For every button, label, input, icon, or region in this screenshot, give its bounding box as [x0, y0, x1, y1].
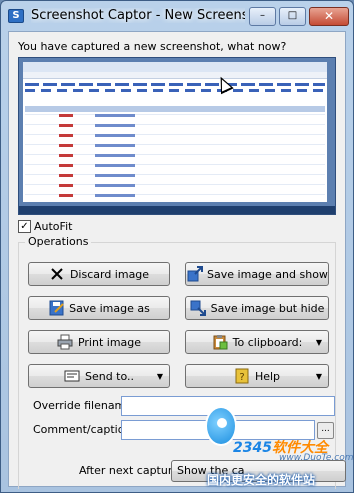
to-clipboard-label: To clipboard: — [232, 335, 303, 349]
chevron-down-icon: ▼ — [315, 371, 322, 381]
save-hide-icon — [190, 300, 207, 317]
autofit-option[interactable]: ✓ AutoFit — [18, 219, 72, 233]
save-image-as-label: Save image as — [69, 301, 150, 315]
after-next-capture-label: After next capture: — [79, 464, 183, 477]
save-image-but-hide-label: Save image but hide — [210, 301, 325, 315]
print-image-button[interactable]: Print image — [28, 330, 170, 354]
preview-link-row-2 — [25, 89, 325, 92]
dialog-body: You have captured a new screenshot, what… — [8, 31, 346, 489]
save-image-but-hide-button[interactable]: Save image but hide — [185, 296, 329, 320]
print-image-label: Print image — [77, 335, 142, 349]
comment-caption-label: Comment/caption: — [33, 423, 136, 436]
screenshot-preview[interactable] — [18, 57, 336, 215]
minimize-button[interactable]: – — [249, 7, 276, 26]
capture-prompt: You have captured a new screenshot, what… — [18, 40, 287, 53]
help-label: Help — [254, 369, 281, 383]
chevron-down-icon: ▼ — [315, 337, 322, 347]
preview-table-header — [25, 106, 325, 112]
window-title: Screenshot Captor - New Screensh — [31, 8, 245, 23]
send-icon — [64, 368, 81, 385]
preview-link-row — [25, 83, 325, 86]
save-as-icon — [48, 300, 65, 317]
autofit-checkbox[interactable]: ✓ — [18, 219, 31, 233]
discard-image-button[interactable]: Discard image — [28, 262, 170, 286]
title-bar[interactable]: S Screenshot Captor - New Screensh – □ ✕ — [1, 1, 353, 31]
help-book-icon: ? — [234, 368, 251, 385]
operations-group-label: Operations — [25, 235, 92, 248]
watermark-brand-prefix: 2345 — [233, 440, 272, 456]
to-clipboard-button[interactable]: To clipboard: ▼ — [185, 330, 329, 354]
clipboard-icon — [212, 334, 229, 351]
help-button[interactable]: ? Help ▼ — [185, 364, 329, 388]
preview-address-bar — [23, 72, 327, 79]
send-to-label: Send to.. — [84, 369, 135, 383]
save-image-as-button[interactable]: Save image as — [28, 296, 170, 320]
chevron-down-icon: ▼ — [156, 371, 163, 381]
preview-taskbar — [19, 206, 335, 214]
x-icon — [49, 266, 66, 283]
preview-table-rows — [25, 114, 325, 198]
close-button[interactable]: ✕ — [309, 7, 349, 26]
watermark-url: www.DuoTe.com — [279, 453, 354, 463]
app-icon[interactable]: S — [8, 9, 24, 23]
svg-text:?: ? — [240, 372, 245, 383]
send-to-button[interactable]: Send to.. ▼ — [28, 364, 170, 388]
discard-image-label: Discard image — [69, 267, 150, 281]
save-image-and-show-button[interactable]: Save image and show — [185, 262, 329, 286]
save-show-icon — [186, 266, 203, 283]
screenshot-captor-window: S Screenshot Captor - New Screensh – □ ✕… — [0, 0, 354, 493]
printer-icon — [57, 334, 74, 351]
preview-tab-strip — [23, 62, 327, 72]
maximize-button[interactable]: □ — [279, 7, 306, 26]
autofit-label: AutoFit — [34, 219, 73, 233]
watermark-slogan: 国内更安全的软件站 — [207, 473, 316, 487]
preview-browser-page — [23, 62, 327, 202]
save-image-and-show-label: Save image and show — [207, 267, 328, 281]
